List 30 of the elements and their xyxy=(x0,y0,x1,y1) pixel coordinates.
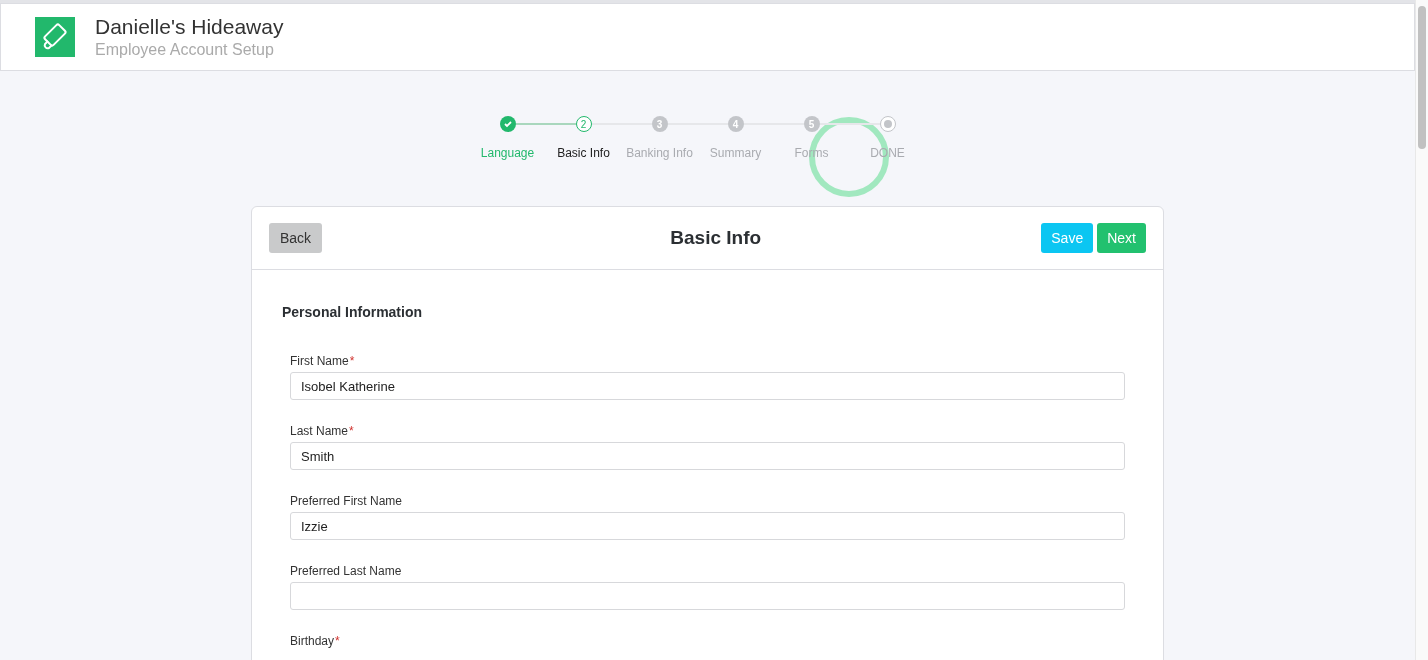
app-title: Danielle's Hideaway xyxy=(95,15,284,39)
text-field[interactable]: Izzie xyxy=(290,512,1125,540)
step-number: 3 xyxy=(651,116,668,132)
step-label[interactable]: Basic Info xyxy=(557,146,610,160)
app-subtitle: Employee Account Setup xyxy=(95,41,275,59)
save-button[interactable]: Save xyxy=(1041,223,1094,253)
field-label: Last Name xyxy=(290,424,349,438)
required-mark: * xyxy=(335,634,340,648)
step-number: 2 xyxy=(575,116,592,132)
card-title: Basic Info xyxy=(670,227,762,249)
scrollbar[interactable] xyxy=(1415,0,1428,660)
logo-icon xyxy=(35,17,75,57)
field-label: First Name xyxy=(290,354,349,368)
text-field[interactable] xyxy=(290,582,1125,610)
next-button[interactable]: Next xyxy=(1097,223,1146,253)
field-label: Preferred Last Name xyxy=(290,564,402,578)
field-label: Preferred First Name xyxy=(290,494,403,508)
step-number: 4 xyxy=(727,116,744,132)
scrollbar-thumb[interactable] xyxy=(1418,6,1426,149)
text-field[interactable]: Smith xyxy=(290,442,1125,470)
step-number: 5 xyxy=(803,116,820,132)
section-title: Personal Information xyxy=(282,304,424,320)
step-label[interactable]: Language xyxy=(480,146,535,160)
back-button[interactable]: Back xyxy=(269,223,323,253)
required-mark: * xyxy=(349,354,355,368)
step-label[interactable]: Banking Info xyxy=(626,146,693,160)
field-label: Birthday xyxy=(290,634,335,648)
step-label[interactable]: Summary xyxy=(709,146,762,160)
required-mark: * xyxy=(349,424,354,438)
text-field[interactable]: Isobel Katherine xyxy=(290,372,1125,400)
